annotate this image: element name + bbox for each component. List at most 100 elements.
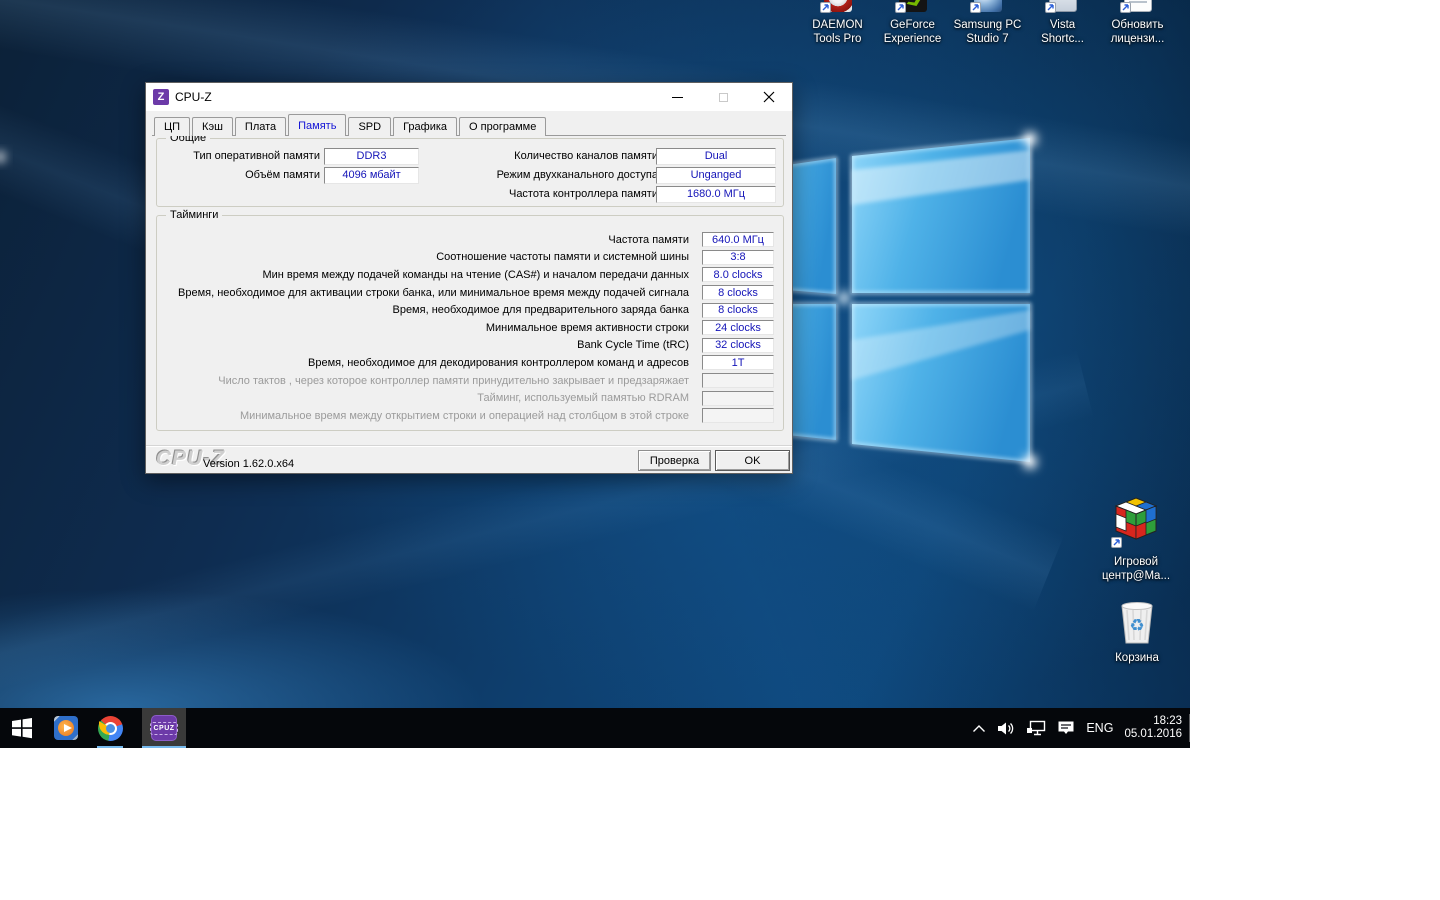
- close-button[interactable]: [746, 83, 792, 111]
- taskbar: CPUZ ENG 18:23 05.01.2016: [0, 708, 1190, 748]
- maximize-icon: [719, 93, 728, 102]
- shortcut-arrow-icon: [1120, 2, 1131, 13]
- timing-row: Число тактов , через которое контроллер …: [165, 372, 774, 390]
- timing-row: Bank Cycle Time (tRC)32 clocks: [165, 337, 774, 355]
- shortcut-label: VistaShortc...: [1041, 18, 1084, 46]
- group-timings: Тайминги Частота памяти640.0 МГц Соотнош…: [156, 215, 784, 431]
- timing-value: [702, 391, 774, 406]
- tab-mainboard[interactable]: Плата: [235, 117, 286, 136]
- timing-value: [702, 373, 774, 388]
- timing-value: 32 clocks: [702, 338, 774, 353]
- minimize-button[interactable]: [654, 83, 700, 111]
- timing-row: Минимальное время активности строки24 cl…: [165, 319, 774, 337]
- recycle-bin-icon: ♻: [1114, 598, 1160, 646]
- tray-chevron-up-icon[interactable]: [972, 724, 986, 733]
- tab-label: Память: [298, 120, 336, 132]
- timing-value: 8 clocks: [702, 303, 774, 318]
- taskbar-cpuz[interactable]: CPUZ: [142, 708, 186, 748]
- channels-label: Количество каналов памяти: [514, 150, 658, 162]
- system-tray: ENG 18:23 05.01.2016: [972, 708, 1182, 748]
- timing-label: Время, необходимое для декодирования кон…: [308, 357, 702, 369]
- tab-label: ЦП: [164, 121, 180, 133]
- timing-value: 8.0 clocks: [702, 267, 774, 282]
- timing-value: 640.0 МГц: [702, 232, 774, 247]
- clock-date: 05.01.2016: [1124, 728, 1182, 742]
- ok-button[interactable]: OK: [715, 450, 790, 471]
- shortcut-label: Игровойцентр@Ma...: [1102, 555, 1170, 583]
- cpuz-window: Z CPU-Z ЦП Кэш Плата Память SPD Графика …: [145, 82, 793, 474]
- windows-start-icon: [11, 717, 33, 739]
- cpuz-app-icon: Z: [153, 89, 169, 105]
- memory-size-value: 4096 мбайт: [324, 167, 419, 184]
- footer-separator: [146, 445, 792, 446]
- start-button[interactable]: [0, 708, 44, 748]
- chrome-icon: [98, 716, 123, 741]
- memory-type-label: Тип оперативной памяти: [193, 150, 320, 162]
- timing-label: Минимальное время между открытием строки…: [240, 410, 702, 422]
- clock-time: 18:23: [1124, 715, 1182, 729]
- tab-about[interactable]: О программе: [459, 117, 546, 136]
- memory-size-label: Объём памяти: [245, 169, 320, 181]
- validate-button[interactable]: Проверка: [638, 450, 711, 471]
- maximize-button[interactable]: [700, 83, 746, 111]
- shortcut-arrow-icon: [895, 2, 906, 13]
- channels-value: Dual: [656, 148, 776, 165]
- tab-spd[interactable]: SPD: [348, 117, 391, 136]
- timing-row: Соотношение частоты памяти и системной ш…: [165, 249, 774, 267]
- recycle-bin-label: Корзина: [1115, 651, 1159, 665]
- timing-value: 3:8: [702, 250, 774, 265]
- language-indicator[interactable]: ENG: [1086, 721, 1113, 735]
- taskbar-media-player[interactable]: [44, 708, 88, 748]
- show-desktop-button[interactable]: [1189, 714, 1190, 742]
- tab-memory[interactable]: Память: [288, 114, 346, 136]
- shortcut-label: GeForceExperience: [884, 18, 942, 46]
- shortcut-vista[interactable]: VistaShortc...: [1025, 0, 1100, 46]
- volume-icon[interactable]: [997, 721, 1015, 736]
- timing-row: Время, необходимое для декодирования кон…: [165, 354, 774, 372]
- shortcut-update-license[interactable]: Обновитьлицензи...: [1100, 0, 1175, 46]
- shortcut-label: Samsung PCStudio 7: [954, 18, 1022, 46]
- shortcut-daemon-tools[interactable]: DAEMONTools Pro: [800, 0, 875, 46]
- shortcut-samsung-pc-studio[interactable]: Samsung PCStudio 7: [950, 0, 1025, 46]
- nb-frequency-value: 1680.0 МГц: [656, 186, 776, 203]
- recycle-bin[interactable]: ♻ Корзина: [1091, 598, 1183, 665]
- tab-graphics[interactable]: Графика: [393, 117, 457, 136]
- timing-value: 24 clocks: [702, 320, 774, 335]
- shortcut-arrow-icon: [820, 2, 831, 13]
- desktop-shortcut-row: DAEMONTools Pro GeForceExperience Samsun…: [800, 0, 1175, 46]
- timing-row: Тайминг, используемый памятью RDRAM: [165, 389, 774, 407]
- taskbar-chrome[interactable]: [88, 708, 132, 748]
- tab-label: Плата: [245, 121, 276, 133]
- timing-value: 8 clocks: [702, 285, 774, 300]
- timing-label: Соотношение частоты памяти и системной ш…: [436, 251, 702, 263]
- tabstrip: ЦП Кэш Плата Память SPD Графика О програ…: [154, 114, 784, 136]
- tab-cpu[interactable]: ЦП: [154, 117, 190, 136]
- timing-row: Частота памяти640.0 МГц: [165, 231, 774, 249]
- clock[interactable]: 18:23 05.01.2016: [1124, 715, 1182, 742]
- shortcut-label: DAEMONTools Pro: [812, 18, 862, 46]
- network-icon[interactable]: [1026, 720, 1046, 736]
- desktop-screen: DAEMONTools Pro GeForceExperience Samsun…: [0, 0, 1190, 748]
- svg-text:♻: ♻: [1129, 616, 1144, 636]
- shortcut-game-center[interactable]: Игровойцентр@Ma...: [1090, 495, 1182, 583]
- timing-row: Минимальное время между открытием строки…: [165, 407, 774, 425]
- window-title: CPU-Z: [175, 90, 212, 104]
- timing-label: Тайминг, используемый памятью RDRAM: [477, 392, 702, 404]
- timing-row: Время, необходимое для активации строки …: [165, 284, 774, 302]
- close-icon: [763, 91, 775, 103]
- cpuz-titlebar[interactable]: Z CPU-Z: [146, 83, 792, 111]
- timing-label: Время, необходимое для активации строки …: [178, 287, 702, 299]
- shortcut-geforce-experience[interactable]: GeForceExperience: [875, 0, 950, 46]
- tab-label: SPD: [358, 121, 381, 133]
- action-center-icon[interactable]: [1057, 720, 1075, 736]
- timing-row: Мин время между подачей команды на чтени…: [165, 266, 774, 284]
- timing-value: [702, 408, 774, 423]
- tab-label: Кэш: [202, 121, 223, 133]
- tab-cache[interactable]: Кэш: [192, 117, 233, 136]
- timing-label: Bank Cycle Time (tRC): [577, 339, 702, 351]
- version-text: Version 1.62.0.x64: [203, 458, 294, 470]
- media-player-icon: [54, 716, 78, 740]
- tab-label: О программе: [469, 121, 536, 133]
- shortcut-arrow-icon: [1045, 2, 1056, 13]
- group-timings-legend: Тайминги: [166, 209, 222, 221]
